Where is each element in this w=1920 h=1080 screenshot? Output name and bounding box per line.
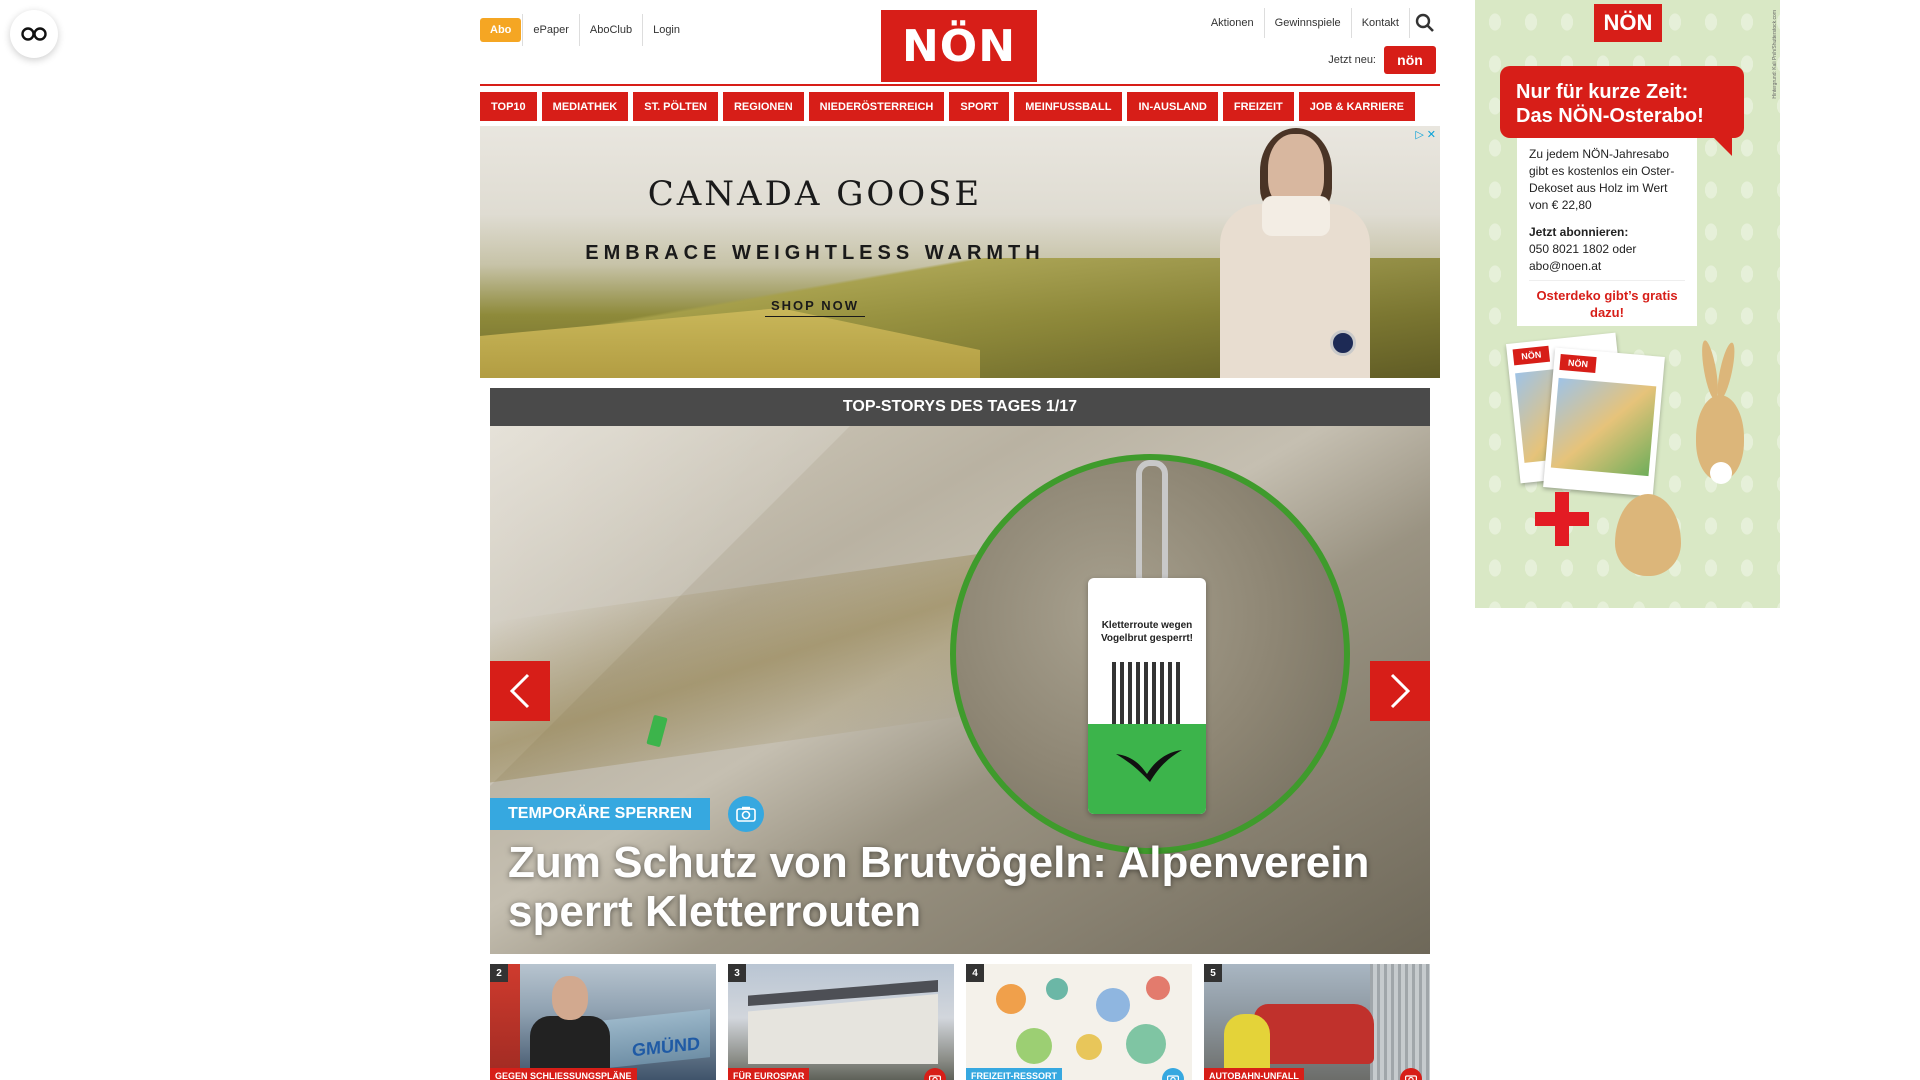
story-card-number: 3	[728, 964, 746, 982]
search-icon	[1415, 13, 1434, 32]
jetzt-neu-label: Jetzt neu:	[1328, 54, 1376, 66]
story-cards: 2 GMÜND GEGEN SCHLIESSUNGSPLÄNE 3 FÜR EU…	[490, 964, 1430, 1080]
carabiner-icon	[1136, 460, 1168, 590]
newspaper-stack-image: NÖN NÖN	[1505, 330, 1665, 497]
jetzt-neu: Jetzt neu: nön	[1328, 46, 1436, 74]
story-card-number: 2	[490, 964, 508, 982]
side-ad-contact[interactable]: 050 8021 1802 oder abo@noen.at	[1529, 241, 1685, 275]
aktionen-link[interactable]: Aktionen	[1201, 8, 1265, 38]
top-stories: TOP-STORYS DES TAGES 1/17 Kletterroute w…	[490, 388, 1430, 1080]
chevron-right-icon	[1390, 673, 1411, 709]
story-card[interactable]: 3 FÜR EUROSPAR	[728, 964, 954, 1080]
story-card-kicker: AUTOBAHN-UNFALL	[1204, 1068, 1304, 1080]
abo-button[interactable]: Abo	[480, 18, 522, 42]
epaper-link[interactable]: ePaper	[522, 14, 578, 46]
plus-icon	[1535, 492, 1589, 546]
canada-goose-ad[interactable]: CANADA GOOSE EMBRACE WEIGHTLESS WARMTH S…	[480, 126, 1440, 378]
gallery-badge	[1162, 1068, 1184, 1080]
qr-code-icon	[1112, 662, 1182, 732]
paper-logo: NÖN	[1559, 353, 1597, 374]
aboclub-link[interactable]: AboClub	[578, 14, 642, 46]
story-card[interactable]: 5 AUTOBAHN-UNFALL	[1204, 964, 1430, 1080]
glasses-icon	[21, 27, 47, 41]
gallery-badge	[924, 1068, 946, 1080]
story-card-kicker: FÜR EUROSPAR	[728, 1068, 810, 1080]
closure-tag-text: Kletterroute wegen Vogelbrut gesperrt!	[1100, 620, 1194, 644]
nav-item-top10[interactable]: TOP10	[480, 92, 537, 121]
ad-model-image	[1220, 128, 1370, 378]
next-story-button[interactable]	[1370, 661, 1430, 721]
nav-item-regionen[interactable]: REGIONEN	[722, 92, 804, 121]
camera-icon	[736, 806, 756, 822]
side-ad-body: Zu jedem NÖN-Jahresabo gibt es kostenlos…	[1529, 147, 1675, 212]
top-stories-header: TOP-STORYS DES TAGES 1/17	[490, 388, 1430, 426]
camera-icon	[1167, 1075, 1179, 1080]
ad-brand: CANADA GOOSE	[647, 174, 983, 214]
side-ad-headline: Nur für kurze Zeit: Das NÖN-Osterabo!	[1500, 66, 1744, 156]
hero-tag-row: TEMPORÄRE SPERREN	[490, 796, 765, 832]
kontakt-link[interactable]: Kontakt	[1352, 8, 1410, 38]
side-ad-credit: Hintergrund: Kali Pnih/Shutterstock.com	[1772, 10, 1778, 99]
main-nav: TOP10 MEDIATHEK ST. PÖLTEN REGIONEN NIED…	[480, 92, 1440, 121]
wooden-bunny-icon	[1690, 339, 1750, 485]
gewinnspiele-link[interactable]: Gewinnspiele	[1265, 8, 1352, 38]
site-header: Abo ePaper AboClub Login NÖN Aktionen Ge…	[480, 0, 1440, 84]
adchoices-icon[interactable]: ▷	[1415, 128, 1423, 141]
canada-goose-badge-icon	[1330, 330, 1356, 356]
gallery-badge	[728, 796, 765, 832]
header-divider	[480, 84, 1440, 86]
ad-shop-now-button[interactable]: SHOP NOW	[765, 298, 865, 317]
side-ad-cta-title: Jetzt abonnieren:	[1529, 225, 1629, 239]
side-ad-promo: Osterdeko gibt’s gratis dazu!	[1536, 288, 1678, 320]
reader-mode-toggle[interactable]	[10, 10, 58, 58]
site-logo[interactable]: NÖN	[881, 10, 1037, 82]
hero-title[interactable]: Zum Schutz von Brutvögeln: Alpenverein s…	[508, 838, 1408, 936]
nav-item-job-karriere[interactable]: JOB & KARRIERE	[1298, 92, 1415, 121]
hero-inset-photo: Kletterroute wegen Vogelbrut gesperrt!	[950, 454, 1350, 854]
nav-item-in-ausland[interactable]: IN-AUSLAND	[1127, 92, 1218, 121]
main-column: Abo ePaper AboClub Login NÖN Aktionen Ge…	[480, 0, 1440, 1080]
hero-story[interactable]: Kletterroute wegen Vogelbrut gesperrt! T…	[490, 426, 1430, 954]
bird-icon	[1116, 750, 1182, 782]
kleine-noen-logo[interactable]: nön	[1384, 46, 1436, 74]
nav-item-st-poelten[interactable]: ST. PÖLTEN	[633, 92, 718, 121]
nav-item-sport[interactable]: SPORT	[949, 92, 1010, 121]
paper-logo: NÖN	[1512, 345, 1551, 366]
search-button[interactable]	[1410, 8, 1440, 38]
nav-item-niederoesterreich[interactable]: NIEDERÖSTERREICH	[808, 92, 945, 121]
site-logo-text: NÖN	[901, 20, 1017, 72]
closure-tag: Kletterroute wegen Vogelbrut gesperrt!	[1088, 578, 1206, 814]
ad-tagline: EMBRACE WEIGHTLESS WARMTH	[585, 242, 1045, 264]
ad-close-icon[interactable]: ✕	[1427, 128, 1436, 141]
camera-icon	[929, 1075, 941, 1080]
side-ad-offer: Zu jedem NÖN-Jahresabo gibt es kostenlos…	[1517, 138, 1697, 326]
nav-item-mediathek[interactable]: MEDIATHEK	[541, 92, 629, 121]
hero-kicker[interactable]: TEMPORÄRE SPERREN	[490, 798, 711, 830]
ad-choices[interactable]: ▷ ✕	[1415, 128, 1436, 141]
previous-story-button[interactable]	[490, 661, 550, 721]
story-card[interactable]: 4 FREIZEIT-RESSORT	[966, 964, 1192, 1080]
nav-item-meinfussball[interactable]: MEINFUSSBALL	[1014, 92, 1123, 121]
story-card-number: 5	[1204, 964, 1222, 982]
header-right-links: Aktionen Gewinnspiele Kontakt	[1201, 8, 1440, 38]
story-card-kicker: FREIZEIT-RESSORT	[966, 1068, 1063, 1080]
nav-item-freizeit[interactable]: FREIZEIT	[1222, 92, 1294, 121]
story-card-kicker: GEGEN SCHLIESSUNGSPLÄNE	[490, 1068, 637, 1080]
story-card-number: 4	[966, 964, 984, 982]
osterabo-side-ad[interactable]: NÖN Hintergrund: Kali Pnih/Shutterstock.…	[1475, 0, 1780, 608]
top-links: Abo ePaper AboClub Login	[480, 14, 690, 46]
side-ad-logo: NÖN	[1594, 4, 1662, 42]
chevron-left-icon	[509, 673, 530, 709]
camera-icon	[1405, 1075, 1417, 1080]
login-link[interactable]: Login	[642, 14, 690, 46]
story-card[interactable]: 2 GMÜND GEGEN SCHLIESSUNGSPLÄNE	[490, 964, 716, 1080]
